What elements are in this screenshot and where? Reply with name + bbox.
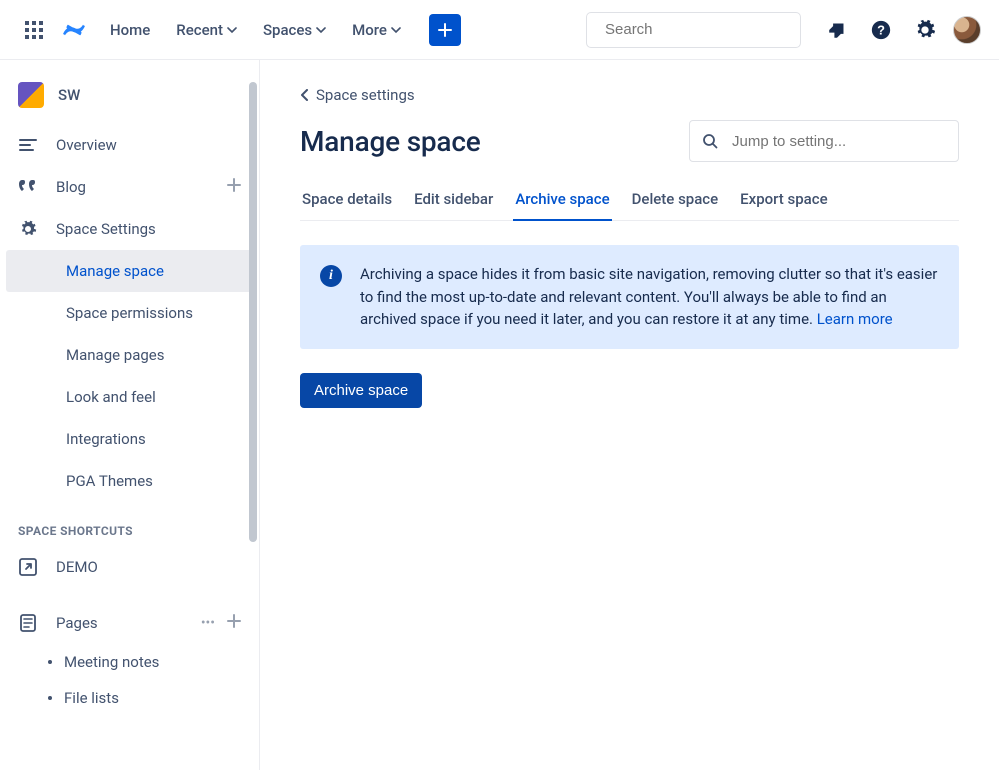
shortcut-item-demo[interactable]: DEMO <box>0 546 259 588</box>
page-tree-item[interactable]: Meeting notes <box>0 644 259 680</box>
space-shortcuts-heading: SPACE SHORTCUTS <box>0 502 259 546</box>
page-title: Manage space <box>300 125 481 158</box>
plus-icon <box>227 614 241 628</box>
breadcrumb-back[interactable]: Space settings <box>300 86 415 104</box>
learn-more-link[interactable]: Learn more <box>817 310 893 328</box>
create-button[interactable] <box>429 14 461 46</box>
sub-item-manage-space[interactable]: Manage space <box>6 250 253 292</box>
quote-icon <box>18 177 38 197</box>
help-icon[interactable]: ? <box>865 14 897 46</box>
sub-item-label: Manage pages <box>66 346 165 364</box>
plus-icon <box>227 178 241 192</box>
sub-item-integrations[interactable]: Integrations <box>6 418 253 460</box>
sub-item-label: Look and feel <box>66 388 156 406</box>
jump-to-setting-input[interactable] <box>732 133 946 150</box>
gear-icon <box>18 219 38 239</box>
sidebar-item-label: Pages <box>56 614 98 632</box>
tab-edit-sidebar[interactable]: Edit sidebar <box>412 182 495 220</box>
breadcrumb-label: Space settings <box>316 86 415 104</box>
nav-label: Spaces <box>263 21 312 39</box>
nav-items: Home Recent Spaces More <box>100 15 411 45</box>
sidebar-scrollbar[interactable] <box>245 60 259 770</box>
tab-label: Delete space <box>632 190 719 208</box>
info-panel: i Archiving a space hides it from basic … <box>300 245 959 349</box>
space-name: SW <box>58 86 80 104</box>
tabs: Space details Edit sidebar Archive space… <box>300 182 959 221</box>
chevron-down-icon <box>316 25 326 35</box>
tab-space-details[interactable]: Space details <box>300 182 394 220</box>
sidebar-item-label: Blog <box>56 178 86 196</box>
page-tree-item[interactable]: File lists <box>0 680 259 716</box>
sub-item-space-permissions[interactable]: Space permissions <box>6 292 253 334</box>
tab-label: Edit sidebar <box>414 190 493 208</box>
sidebar-item-pages[interactable]: Pages ••• <box>0 602 259 644</box>
settings-icon[interactable] <box>909 14 941 46</box>
info-text: Archiving a space hides it from basic si… <box>360 263 939 331</box>
top-navigation: Home Recent Spaces More ? <box>0 0 999 60</box>
sub-item-pga-themes[interactable]: PGA Themes <box>6 460 253 502</box>
search-box[interactable] <box>586 12 801 48</box>
sub-item-manage-pages[interactable]: Manage pages <box>6 334 253 376</box>
header-right-icons: ? <box>821 14 981 46</box>
info-icon: i <box>320 265 342 287</box>
nav-spaces[interactable]: Spaces <box>253 15 336 45</box>
sub-item-look-and-feel[interactable]: Look and feel <box>6 376 253 418</box>
space-header[interactable]: SW <box>0 82 259 124</box>
main-content: Space settings Manage space Space detail… <box>260 60 999 770</box>
archive-space-button[interactable]: Archive space <box>300 373 422 408</box>
sidebar: SW Overview Blog Space Settings Manage s <box>0 60 260 770</box>
nav-label: Home <box>110 21 150 39</box>
sidebar-item-label: Space Settings <box>56 220 156 238</box>
svg-text:?: ? <box>877 22 885 37</box>
tab-label: Export space <box>740 190 827 208</box>
tab-label: Archive space <box>515 190 609 208</box>
user-avatar[interactable] <box>953 16 981 44</box>
add-page-button[interactable] <box>227 614 241 632</box>
bullet-icon <box>48 696 52 700</box>
chevron-down-icon <box>227 25 237 35</box>
bullet-icon <box>48 660 52 664</box>
tab-delete-space[interactable]: Delete space <box>630 182 721 220</box>
notifications-icon[interactable] <box>821 14 853 46</box>
sidebar-item-space-settings[interactable]: Space Settings <box>0 208 259 250</box>
tab-label: Space details <box>302 190 392 208</box>
nav-more[interactable]: More <box>342 15 411 45</box>
page-tree-label: Meeting notes <box>64 653 159 671</box>
tab-archive-space[interactable]: Archive space <box>513 182 611 220</box>
jump-to-setting-box[interactable] <box>689 120 959 162</box>
space-logo-icon <box>18 82 44 108</box>
nav-label: More <box>352 21 387 39</box>
chevron-left-icon <box>300 89 310 101</box>
nav-label: Recent <box>176 21 223 39</box>
sidebar-item-overview[interactable]: Overview <box>0 124 259 166</box>
plus-icon <box>437 22 453 38</box>
search-input[interactable] <box>605 21 804 38</box>
shortcut-icon <box>18 557 38 577</box>
sub-item-label: Space permissions <box>66 304 193 322</box>
sidebar-item-label: Overview <box>56 136 117 154</box>
space-settings-children: Manage space Space permissions Manage pa… <box>0 250 259 502</box>
search-icon <box>702 133 718 149</box>
sub-item-label: Manage space <box>66 262 164 280</box>
pages-more-button[interactable]: ••• <box>201 615 215 631</box>
confluence-logo-icon[interactable] <box>60 16 88 44</box>
add-blog-button[interactable] <box>227 178 241 196</box>
nav-home[interactable]: Home <box>100 15 160 45</box>
app-switcher-icon[interactable] <box>18 14 50 46</box>
sidebar-item-blog[interactable]: Blog <box>0 166 259 208</box>
pages-icon <box>18 613 38 633</box>
chevron-down-icon <box>391 25 401 35</box>
shortcut-label: DEMO <box>56 558 98 576</box>
nav-recent[interactable]: Recent <box>166 15 247 45</box>
tab-export-space[interactable]: Export space <box>738 182 829 220</box>
overview-icon <box>18 135 38 155</box>
page-tree-label: File lists <box>64 689 119 707</box>
sub-item-label: PGA Themes <box>66 472 153 490</box>
sub-item-label: Integrations <box>66 430 146 448</box>
